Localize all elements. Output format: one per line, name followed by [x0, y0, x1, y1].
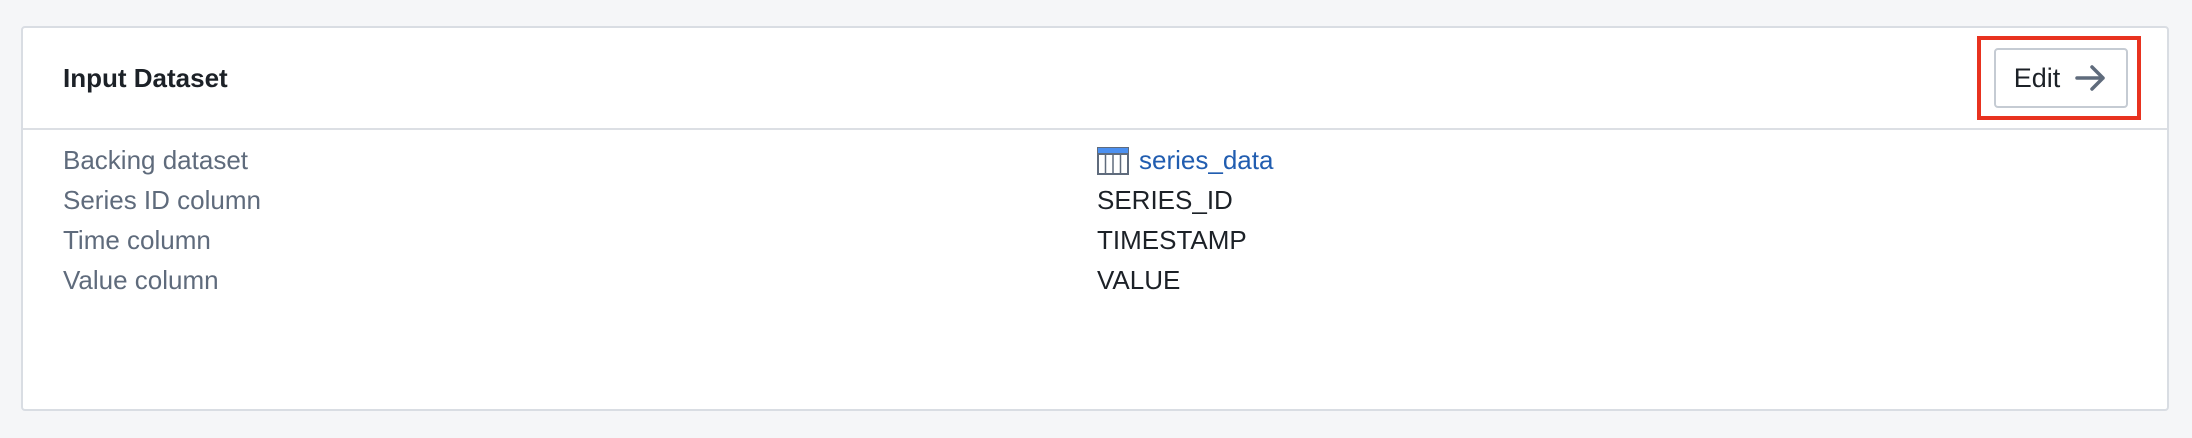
property-value: SERIES_ID: [1097, 185, 1233, 215]
backing-dataset-link[interactable]: series_data: [1139, 140, 1273, 180]
card-header: Input Dataset Edit: [23, 28, 2167, 130]
property-row-time: Time column TIMESTAMP: [63, 220, 2063, 260]
edit-button[interactable]: Edit: [1994, 48, 2128, 108]
property-value: TIMESTAMP: [1097, 225, 1247, 255]
table-icon: [1097, 146, 1129, 175]
property-label: Value column: [63, 265, 219, 295]
input-dataset-card: Input Dataset Edit Backing dataset serie…: [21, 26, 2169, 411]
property-value: VALUE: [1097, 265, 1181, 295]
property-value: series_data: [1097, 140, 1273, 180]
property-row-series-id: Series ID column SERIES_ID: [63, 180, 2063, 220]
arrow-right-icon: [2074, 63, 2108, 93]
edit-button-label: Edit: [2013, 62, 2061, 93]
property-row-backing-dataset: Backing dataset series_data: [63, 140, 2063, 180]
card-title: Input Dataset: [63, 63, 228, 93]
property-label: Backing dataset: [63, 145, 249, 175]
property-label: Time column: [63, 225, 211, 255]
property-row-value: Value column VALUE: [63, 260, 2063, 300]
property-label: Series ID column: [63, 185, 261, 215]
